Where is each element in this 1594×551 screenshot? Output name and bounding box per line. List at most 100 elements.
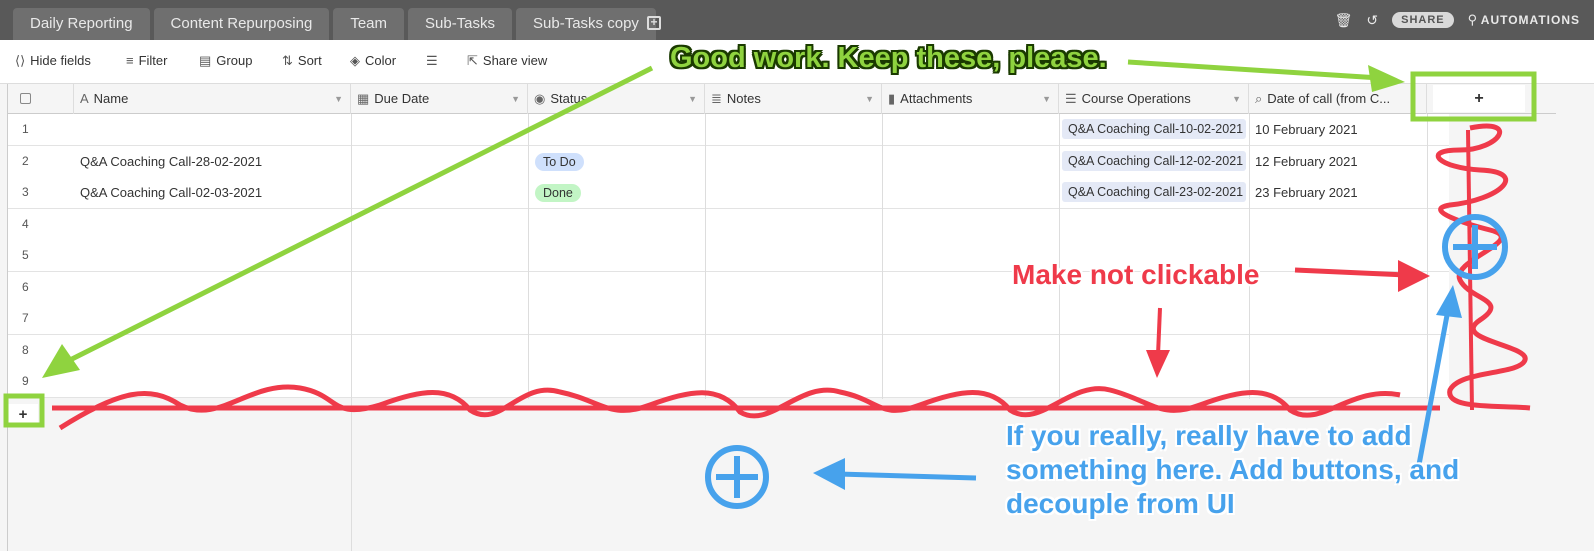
chevron-down-icon[interactable]: ▼	[511, 84, 520, 114]
row-number: 4	[22, 216, 29, 231]
tab-team[interactable]: Team	[333, 8, 404, 40]
cell-name[interactable]	[80, 366, 350, 397]
column-header-label: Notes	[726, 91, 761, 106]
filter-icon: ≡	[126, 53, 134, 68]
column-header-course-operations[interactable]: ☰ Course Operations ▼	[1059, 84, 1249, 114]
share-view-button[interactable]: ⇱ Share view	[467, 53, 547, 69]
cell-name[interactable]	[80, 335, 350, 366]
group-icon: ▤	[199, 53, 212, 68]
color-button[interactable]: ◈ Color	[350, 53, 396, 69]
filter-label: Filter	[138, 53, 168, 68]
share-button[interactable]: SHARE	[1392, 12, 1454, 28]
table-row[interactable]: 4	[8, 208, 1449, 241]
linked-record-chip[interactable]: Q&A Coaching Call-23-02-2021	[1062, 182, 1246, 202]
cell-date-of-call[interactable]: 12 February 2021	[1255, 146, 1425, 177]
hide-fields-button[interactable]: ⟨⟩ Hide fields	[15, 53, 91, 69]
tabbar-actions: 🗑 ↺ SHARE ⚲ AUTOMATIONS	[1335, 0, 1580, 40]
column-divider	[1249, 114, 1250, 399]
cell-name[interactable]	[80, 272, 350, 303]
color-label: Color	[365, 53, 397, 68]
status-badge: To Do	[535, 152, 584, 171]
chevron-down-icon[interactable]: ▼	[1232, 84, 1241, 114]
sort-button[interactable]: ⇅ Sort	[282, 53, 322, 69]
automations-icon: ⚲	[1467, 12, 1481, 27]
column-header-name[interactable]: A Name ▼	[74, 84, 351, 114]
table-row[interactable]: 3 Q&A Coaching Call-02-03-2021 Done Q&A Coa…	[8, 177, 1449, 209]
column-header-attachments[interactable]: ▮ Attachments ▼	[882, 84, 1059, 114]
sort-icon: ⇅	[282, 53, 293, 68]
chevron-down-icon[interactable]: ▼	[334, 84, 343, 114]
linked-record-chip[interactable]: Q&A Coaching Call-12-02-2021	[1062, 150, 1246, 171]
select-all-checkbox[interactable]	[20, 93, 31, 104]
chevron-down-icon[interactable]: ▼	[1042, 84, 1051, 114]
linked-record-chip[interactable]: Q&A Coaching Call-10-02-2021	[1062, 119, 1246, 139]
cell-status[interactable]: Done	[535, 177, 700, 208]
column-header-status[interactable]: ◉ Status ▼	[528, 84, 705, 114]
cell-name[interactable]	[80, 114, 350, 145]
annotation-add-buttons-line1: If you really, really have to add	[1006, 420, 1412, 451]
column-header-due-date[interactable]: ▦ Due Date ▼	[351, 84, 528, 114]
chevron-down-icon[interactable]: ▼	[865, 84, 874, 114]
row-number: 2	[22, 153, 29, 168]
column-header-label: Attachments	[900, 91, 973, 106]
text-field-icon: A	[80, 91, 89, 106]
column-header-label: Name	[93, 91, 129, 106]
add-row-button[interactable]: +	[8, 404, 38, 426]
cell-status[interactable]: To Do	[535, 146, 700, 177]
cell-name[interactable]	[80, 303, 350, 334]
add-column-button[interactable]: +	[1433, 85, 1525, 112]
row-number: 7	[22, 311, 29, 325]
group-label: Group	[216, 53, 253, 68]
row-number: 9	[22, 374, 29, 388]
tab-sub-tasks[interactable]: Sub-Tasks	[408, 8, 513, 40]
row-number: 6	[22, 279, 29, 294]
group-button[interactable]: ▤ Group	[199, 53, 252, 69]
add-table-icon[interactable]: +	[647, 16, 661, 30]
tab-daily-reporting[interactable]: Daily Reporting	[13, 8, 150, 40]
cell-date-of-call[interactable]: 23 February 2021	[1255, 177, 1425, 208]
single-select-icon: ◉	[534, 91, 546, 106]
hide-fields-label: Hide fields	[30, 53, 91, 68]
cell-date-of-call[interactable]: 10 February 2021	[1255, 114, 1425, 145]
grid-header: A Name ▼ ▦ Due Date ▼ ◉ Status ▼ ≣ Notes ▼ ▮ Atta…	[8, 84, 1556, 114]
cell-course-operations[interactable]: Q&A Coaching Call-10-02-2021	[1062, 114, 1248, 145]
table-row[interactable]: 9	[8, 366, 1449, 398]
column-header-label: Course Operations	[1081, 91, 1191, 106]
automations-label: AUTOMATIONS	[1480, 13, 1580, 27]
column-header-notes[interactable]: ≣ Notes ▼	[705, 84, 882, 114]
share-view-label: Share view	[482, 53, 548, 68]
hide-fields-icon: ⟨⟩	[15, 53, 26, 68]
automations-button[interactable]: ⚲ AUTOMATIONS	[1468, 12, 1580, 28]
cell-course-operations[interactable]: Q&A Coaching Call-23-02-2021	[1062, 177, 1248, 208]
linked-record-icon: ☰	[1065, 91, 1077, 106]
cell-course-operations[interactable]: Q&A Coaching Call-12-02-2021	[1062, 146, 1248, 177]
column-header-label: Date of call (from C...	[1267, 91, 1391, 106]
table-row[interactable]: 1 Q&A Coaching Call-10-02-2021 10 February…	[8, 114, 1449, 146]
tab-content-repurposing[interactable]: Content Repurposing	[153, 8, 330, 40]
row-number: 8	[22, 342, 29, 357]
history-icon[interactable]: ↺	[1366, 12, 1378, 29]
column-divider	[1059, 114, 1060, 399]
row-height-button[interactable]: ☰	[426, 53, 443, 69]
lookup-icon: ⌕	[1255, 91, 1263, 106]
filter-button[interactable]: ≡ Filter	[126, 53, 167, 68]
table-row[interactable]: 7	[8, 303, 1449, 335]
long-text-icon: ≣	[711, 91, 722, 106]
trash-icon[interactable]: 🗑	[1335, 12, 1353, 29]
cell-name[interactable]: Q&A Coaching Call-02-03-2021	[80, 177, 350, 208]
chevron-down-icon[interactable]: ▼	[688, 84, 697, 114]
tab-sub-tasks-copy[interactable]: Sub-Tasks copy	[516, 8, 656, 40]
annotation-add-buttons-line3: decouple from UI	[1006, 488, 1235, 519]
annotation-add-buttons-line2: something here. Add buttons, and	[1006, 454, 1460, 485]
column-divider	[705, 114, 706, 399]
column-header-date-of-call[interactable]: ⌕ Date of call (from C...	[1249, 84, 1427, 114]
cell-name[interactable]	[80, 209, 350, 240]
table-row[interactable]: 8	[8, 334, 1449, 367]
cell-name[interactable]: Q&A Coaching Call-28-02-2021	[80, 146, 350, 177]
calendar-icon: ▦	[357, 91, 370, 106]
cell-name[interactable]	[80, 240, 350, 271]
column-divider	[882, 114, 883, 399]
table-row[interactable]: 2 Q&A Coaching Call-28-02-2021 To Do Q&A Co…	[8, 145, 1449, 178]
column-divider	[528, 114, 529, 399]
column-divider	[351, 114, 352, 551]
